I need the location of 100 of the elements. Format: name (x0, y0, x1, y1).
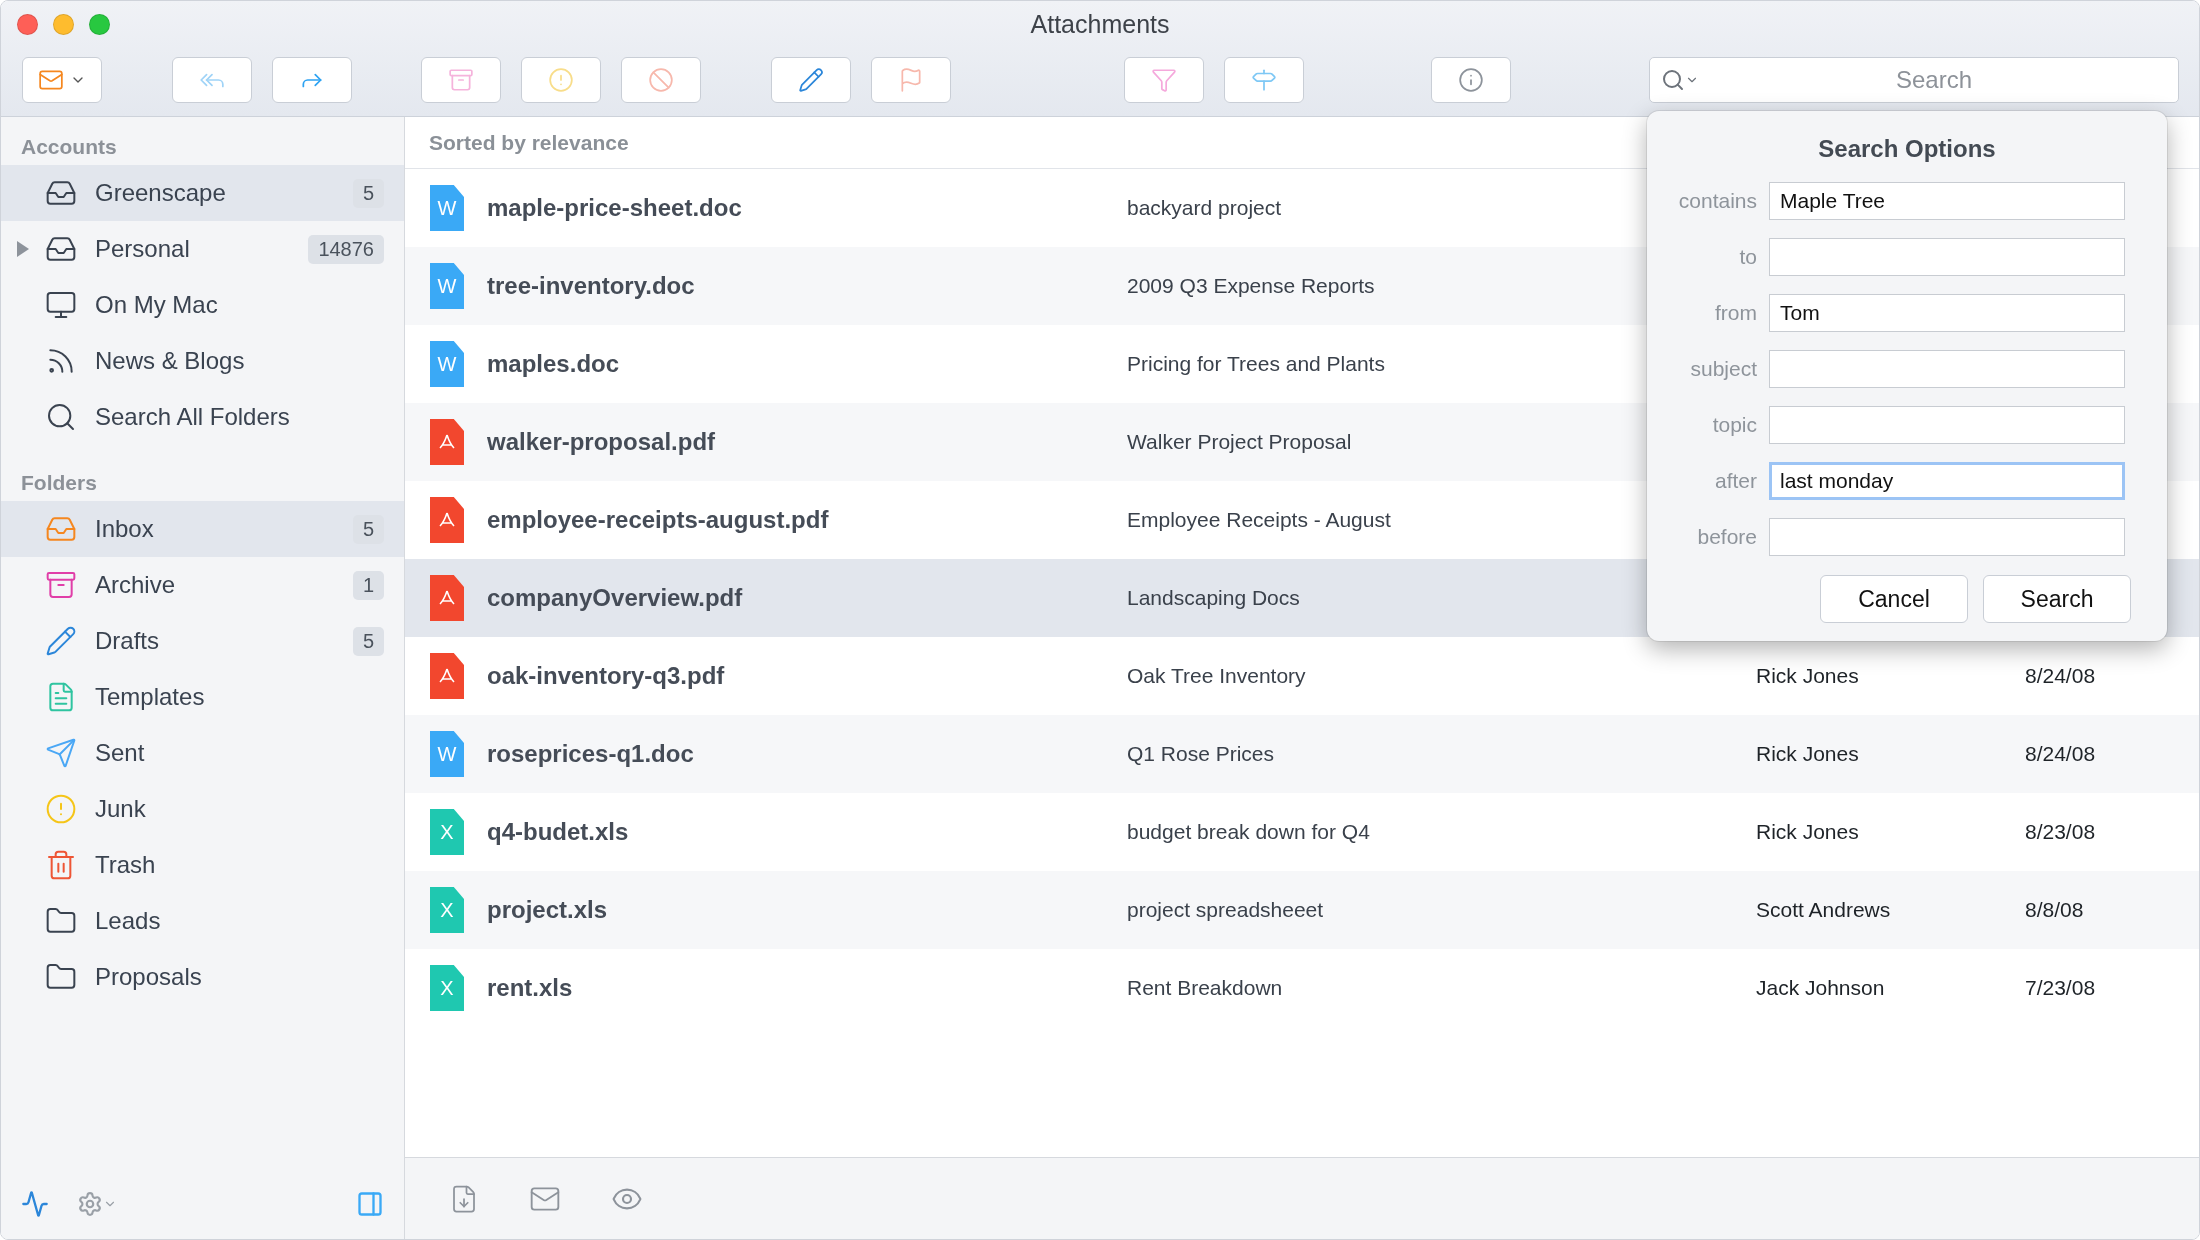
sidebar-item[interactable]: On My Mac (1, 277, 404, 333)
popover-title: Search Options (1817, 135, 1997, 163)
forward-button[interactable] (272, 57, 352, 103)
subject-cell: Oak Tree Inventory (1127, 664, 1306, 688)
attachment-row[interactable]: X project.xls project spreadsheeet Scott Andrews 8/8/08 (405, 871, 2199, 949)
sent-icon (45, 737, 77, 769)
item-label: On My Mac (95, 291, 219, 319)
reply-all-button[interactable] (172, 57, 252, 103)
count-badge: 5 (352, 626, 384, 656)
section-heading: Accounts (20, 134, 118, 160)
rules-button[interactable] (1224, 57, 1304, 103)
window-title: Attachments (1030, 9, 1170, 39)
sidebar-item[interactable]: Drafts 5 (1, 613, 404, 669)
filter-icon (1151, 67, 1177, 93)
warning-icon (548, 67, 574, 93)
date-cell: 8/24/08 (2025, 664, 2096, 688)
input-field[interactable] (1769, 406, 2125, 444)
file-name: rent.xls (487, 974, 573, 1002)
cancel-button[interactable]: Cancel (1820, 575, 1968, 623)
file-icon: X (430, 887, 464, 933)
item-label: Leads (95, 907, 162, 935)
input-field[interactable] (1769, 518, 2125, 556)
input-field[interactable] (1769, 350, 2125, 388)
date-cell: 8/24/08 (2025, 742, 2096, 766)
input-field[interactable]: last monday (1769, 462, 2125, 500)
field-label: topic (1711, 413, 1758, 437)
activity-icon[interactable] (21, 1190, 49, 1218)
flag-button[interactable] (871, 57, 951, 103)
sidebar-item[interactable]: Personal 14876 (1, 221, 404, 277)
search-icon (45, 401, 77, 433)
sidebar-item[interactable]: Sent (1, 725, 404, 781)
input-field[interactable] (1769, 238, 2125, 276)
monitor-icon (45, 289, 77, 321)
envelope-icon (38, 67, 64, 93)
input-field[interactable]: Maple Tree (1769, 182, 2125, 220)
filter-button[interactable] (1124, 57, 1204, 103)
pdf-icon (438, 433, 456, 451)
archive-button[interactable] (421, 57, 501, 103)
sidebar-item[interactable]: Inbox 5 (1, 501, 404, 557)
new-message-button[interactable] (22, 57, 102, 103)
sidebar-item[interactable]: Greenscape 5 (1, 165, 404, 221)
field-label: before (1696, 525, 1758, 549)
date-cell: 7/23/08 (2025, 976, 2096, 1000)
date-cell: 8/23/08 (2025, 820, 2096, 844)
zoom-button[interactable] (89, 13, 110, 35)
minimize-button[interactable] (53, 13, 74, 35)
item-label: Junk (95, 795, 147, 823)
settings-icon[interactable] (77, 1191, 117, 1217)
sidebar-item[interactable]: Search All Folders (1, 389, 404, 445)
compose-button[interactable] (771, 57, 851, 103)
file-name: roseprices-q1.doc (487, 740, 694, 768)
field-label: subject (1689, 357, 1758, 381)
sidebar-item[interactable]: News & Blogs (1, 333, 404, 389)
item-label: Sent (95, 739, 146, 767)
sidebar-item[interactable]: Templates (1, 669, 404, 725)
item-label: Personal (95, 235, 191, 263)
field-label: contains (1677, 189, 1758, 213)
file-name: project.xls (487, 896, 608, 924)
junk-button[interactable] (521, 57, 601, 103)
sidebar-item[interactable]: Leads (1, 893, 404, 949)
info-button[interactable] (1431, 57, 1511, 103)
block-button[interactable] (621, 57, 701, 103)
subject-cell: Employee Receipts - August (1127, 508, 1391, 532)
attachment-row[interactable]: W roseprices-q1.doc Q1 Rose Prices Rick Jones 8/24/08 (405, 715, 2199, 793)
item-label: News & Blogs (95, 347, 246, 375)
archive-icon (45, 569, 77, 601)
file-name: oak-inventory-q3.pdf (487, 662, 725, 690)
subject-cell: budget break down for Q4 (1127, 820, 1370, 844)
item-label: Templates (95, 683, 206, 711)
close-button[interactable] (17, 13, 38, 35)
archive-icon (448, 67, 474, 93)
item-label: Archive (95, 571, 177, 599)
pdf-icon (438, 511, 456, 529)
subject-cell: Pricing for Trees and Plants (1127, 352, 1385, 376)
sidebar-item[interactable]: Trash (1, 837, 404, 893)
sidebar-toggle-icon[interactable] (356, 1190, 384, 1218)
count-badge: 5 (352, 514, 384, 544)
sidebar-item[interactable]: Archive 1 (1, 557, 404, 613)
disclosure-triangle[interactable] (17, 241, 29, 257)
item-label: Drafts (95, 627, 160, 655)
sidebar-item[interactable]: Junk (1, 781, 404, 837)
warning-icon (45, 793, 77, 825)
signpost-icon (1251, 67, 1277, 93)
sender-cell: Scott Andrews (1756, 898, 1891, 922)
file-name: maple-price-sheet.doc (487, 194, 742, 222)
item-label: Search All Folders (95, 403, 291, 431)
date-cell: 8/8/08 (2025, 898, 2084, 922)
subject-cell: Q1 Rose Prices (1127, 742, 1275, 766)
file-icon: W (430, 731, 464, 777)
item-label: Trash (95, 851, 157, 879)
file-name: companyOverview.pdf (487, 584, 743, 612)
flag-icon (898, 67, 924, 93)
input-field[interactable]: Tom (1769, 294, 2125, 332)
pdf-icon (438, 667, 456, 685)
subject-cell: 2009 Q3 Expense Reports (1127, 274, 1375, 298)
search-button[interactable]: Search (1983, 575, 2131, 623)
subject-cell: Landscaping Docs (1127, 586, 1300, 610)
sidebar-item[interactable]: Proposals (1, 949, 404, 1005)
search-field[interactable]: Search (1649, 57, 2179, 103)
drafts-icon (45, 625, 77, 657)
